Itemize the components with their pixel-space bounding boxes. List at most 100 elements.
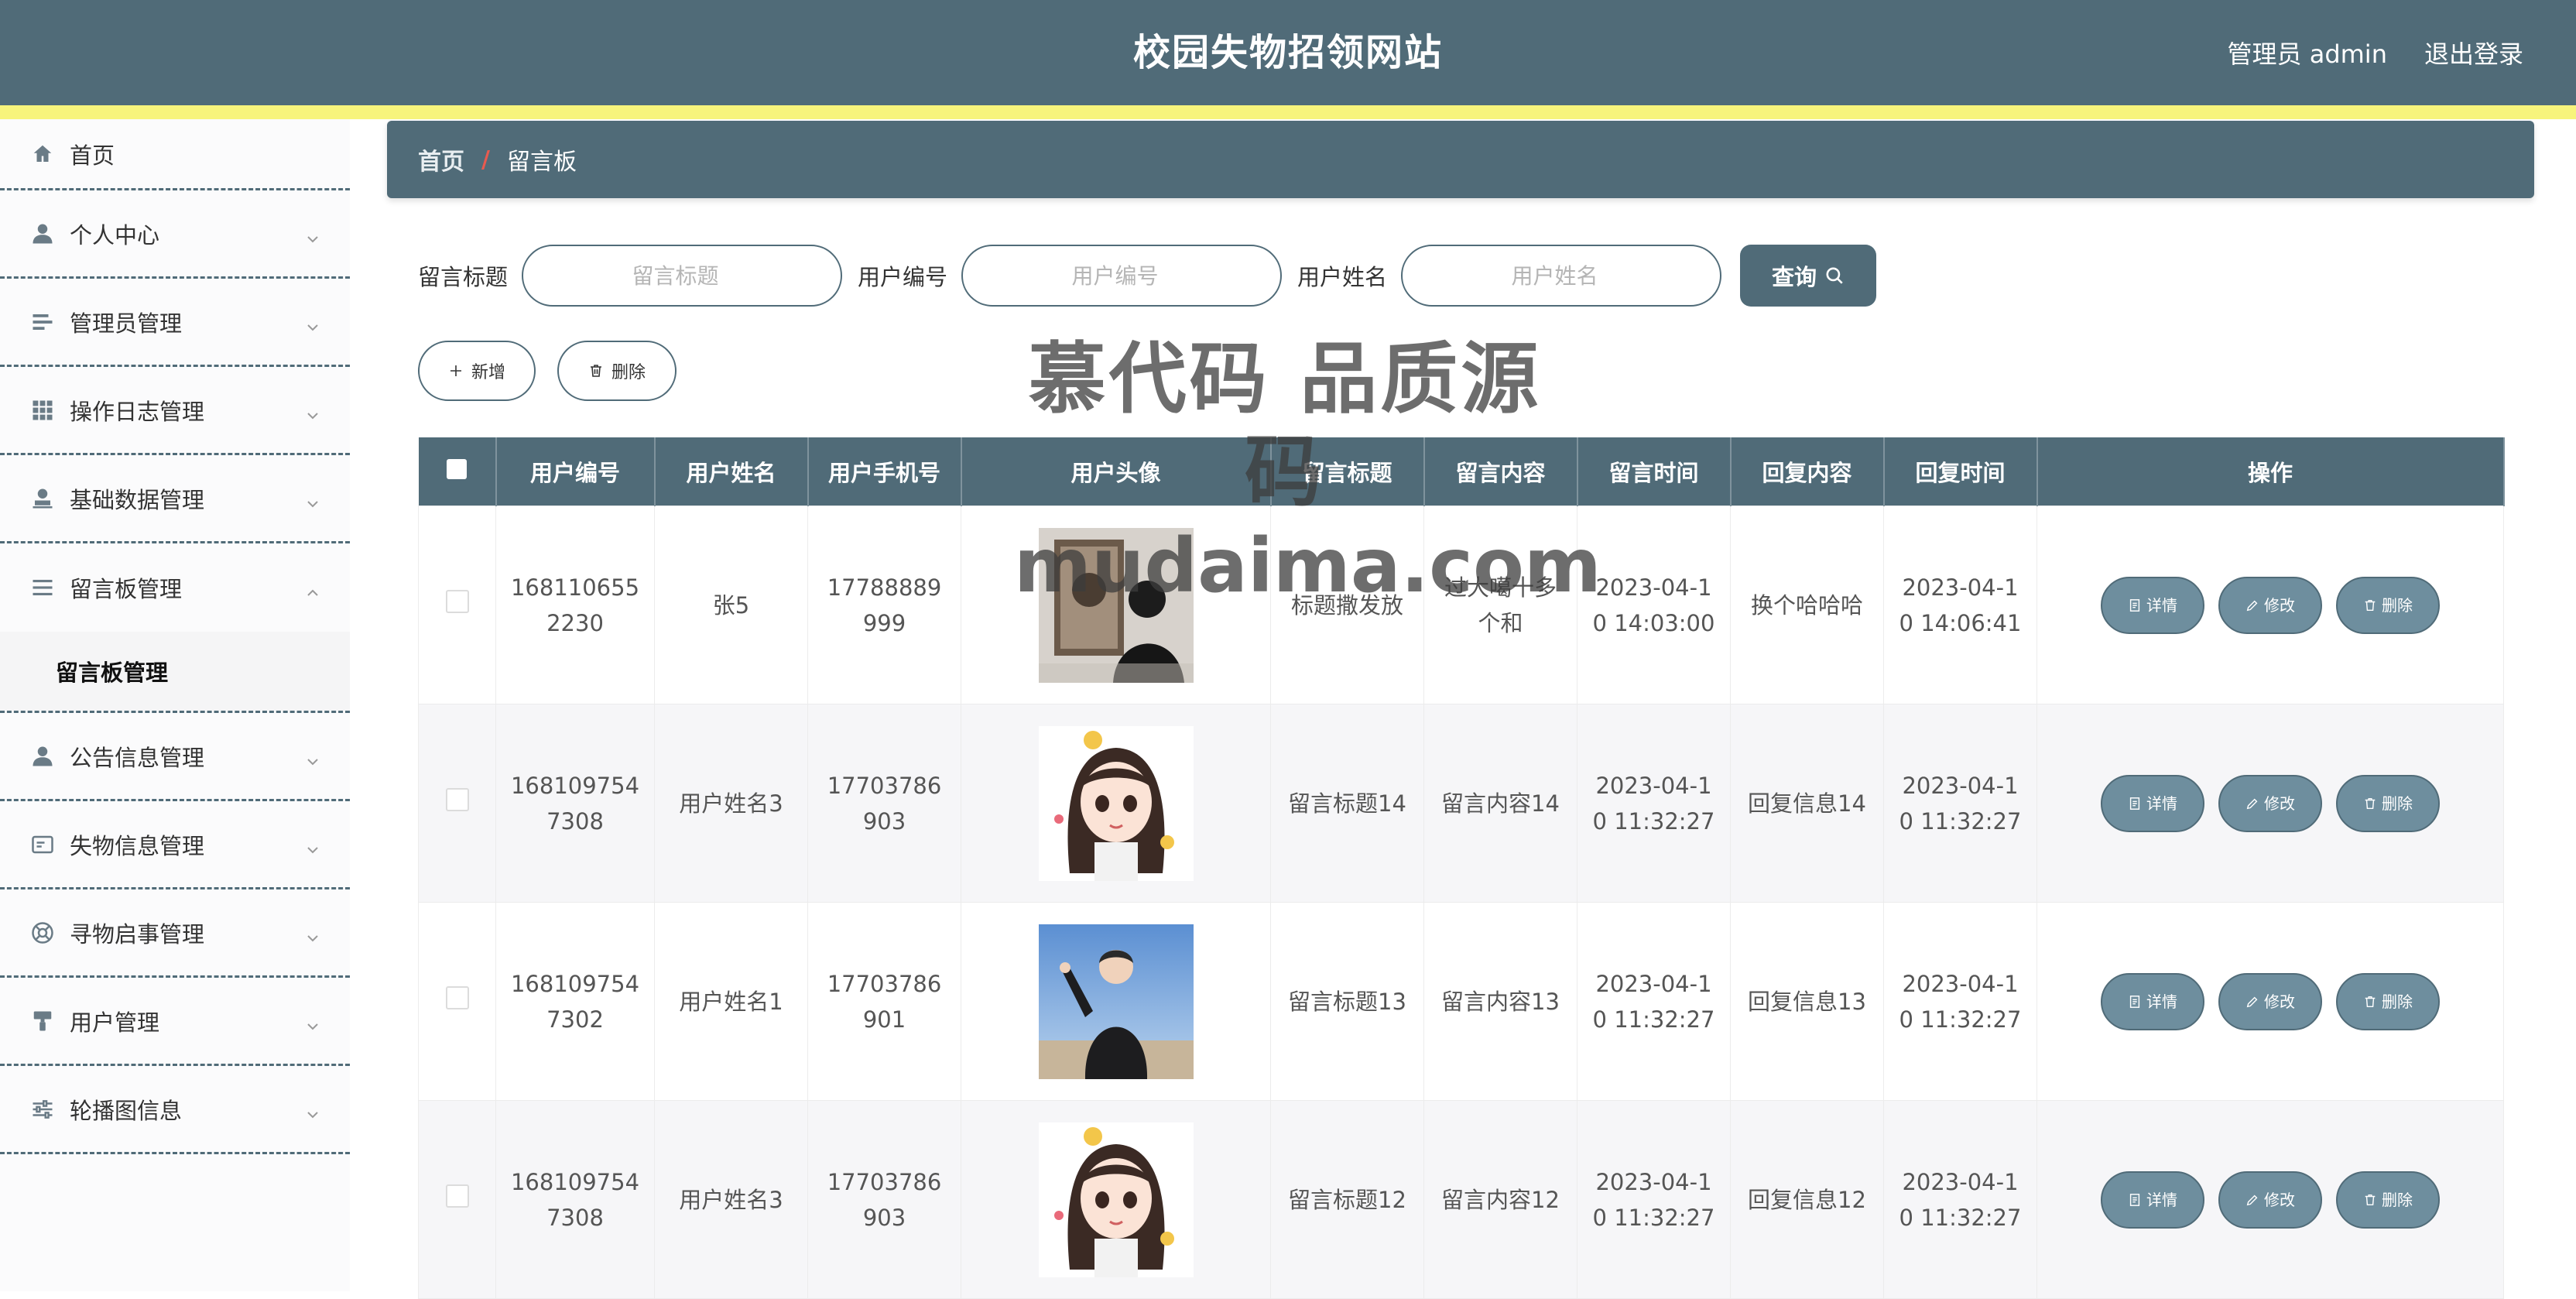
sliders-icon bbox=[31, 310, 54, 334]
search-input-user-name[interactable] bbox=[1418, 262, 1728, 290]
cell-reply-time: 2023-04-10 11:32:27 bbox=[1883, 704, 2037, 903]
detail-button[interactable]: 详情 bbox=[2101, 774, 2204, 832]
detail-button[interactable]: 详情 bbox=[2101, 972, 2204, 1030]
document-icon bbox=[2129, 797, 2140, 810]
sidebar-item-label: 基础数据管理 bbox=[70, 486, 205, 513]
search-bar: 留言标题 用户编号 用户姓名 查询 bbox=[418, 245, 1877, 307]
cell-actions: 详情 修改 删除 bbox=[2036, 506, 2504, 704]
edit-button[interactable]: 修改 bbox=[2218, 1170, 2322, 1229]
sidebar-item-lost-items[interactable]: 失物信息管理 bbox=[0, 801, 350, 889]
column-header: 操作 bbox=[2036, 437, 2505, 506]
chevron-down-icon bbox=[305, 491, 320, 507]
cell-avatar bbox=[961, 902, 1271, 1101]
roller-icon bbox=[31, 1009, 54, 1033]
cell-user-id: 1681097547308 bbox=[495, 1100, 655, 1299]
cell-avatar bbox=[961, 506, 1271, 704]
home-icon bbox=[31, 142, 54, 166]
header-user-area: 管理员 admin 退出登录 bbox=[2228, 0, 2523, 105]
sidebar-item-label: 失物信息管理 bbox=[70, 832, 205, 859]
detail-button-label: 详情 bbox=[2146, 793, 2177, 813]
batch-delete-button[interactable]: 删除 bbox=[557, 341, 677, 401]
sidebar-item-label: 操作日志管理 bbox=[70, 398, 205, 425]
breadcrumb-separator: / bbox=[481, 146, 490, 173]
sidebar-item-base-data[interactable]: 基础数据管理 bbox=[0, 455, 350, 543]
cell-title: 留言标题14 bbox=[1270, 704, 1424, 903]
cell-time: 2023-04-10 11:32:27 bbox=[1577, 1100, 1731, 1299]
delete-button[interactable]: 删除 bbox=[2336, 576, 2440, 634]
cell-phone: 17703786901 bbox=[807, 902, 961, 1101]
sidebar-item-message-board[interactable]: 留言板管理 bbox=[0, 543, 350, 632]
trash-icon bbox=[2365, 797, 2376, 809]
delete-button[interactable]: 删除 bbox=[2336, 774, 2440, 832]
sidebar-item-notice-manage[interactable]: 公告信息管理 bbox=[0, 713, 350, 801]
select-all-checkbox[interactable] bbox=[447, 459, 467, 479]
query-button[interactable]: 查询 bbox=[1740, 245, 1877, 307]
table-row: 1681097547308 用户姓名3 17703786903 bbox=[418, 704, 2504, 903]
admin-user-label[interactable]: 管理员 admin bbox=[2228, 35, 2387, 70]
add-button[interactable]: 新增 bbox=[418, 341, 536, 401]
sidebar-item-found-notice[interactable]: 寻物启事管理 bbox=[0, 889, 350, 978]
edit-button[interactable]: 修改 bbox=[2218, 774, 2322, 832]
detail-button[interactable]: 详情 bbox=[2101, 576, 2204, 634]
search-input-user-id[interactable] bbox=[978, 262, 1288, 290]
detail-button-label: 详情 bbox=[2146, 992, 2177, 1011]
search-label-user-id: 用户编号 bbox=[858, 264, 948, 290]
edit-button[interactable]: 修改 bbox=[2218, 972, 2322, 1030]
cell-reply-time: 2023-04-10 11:32:27 bbox=[1883, 1100, 2037, 1299]
cell-content: 留言内容12 bbox=[1423, 1100, 1577, 1299]
grid-icon bbox=[31, 399, 54, 422]
search-icon bbox=[1826, 267, 1843, 284]
chevron-down-icon bbox=[305, 403, 320, 419]
row-checkbox[interactable] bbox=[445, 1184, 469, 1208]
header-accent-stripe bbox=[0, 105, 2576, 119]
sidebar: 首页 个人中心 管理员管理 操作日志管理 基础数据管理 留言板管理 留言板管理 … bbox=[0, 119, 350, 1291]
avatar-man-painting bbox=[1038, 527, 1194, 683]
document-icon bbox=[2129, 995, 2140, 1008]
top-header: 校园失物招领网站 管理员 admin 退出登录 bbox=[0, 0, 2576, 105]
document-icon bbox=[2129, 1193, 2140, 1206]
detail-button-label: 详情 bbox=[2146, 1190, 2177, 1209]
cell-title: 标题撒发放 bbox=[1270, 506, 1424, 704]
trash-icon bbox=[2365, 996, 2376, 1007]
search-input-title[interactable] bbox=[539, 262, 848, 290]
document-icon bbox=[2129, 598, 2140, 612]
sidebar-item-label: 首页 bbox=[70, 142, 115, 169]
detail-button[interactable]: 详情 bbox=[2101, 1170, 2204, 1229]
row-checkbox[interactable] bbox=[445, 787, 469, 811]
breadcrumb-home[interactable]: 首页 bbox=[418, 142, 464, 177]
sidebar-item-label: 个人中心 bbox=[70, 221, 160, 248]
edit-button-label: 修改 bbox=[2264, 992, 2295, 1011]
cell-user-name: 用户姓名3 bbox=[654, 1100, 808, 1299]
sidebar-item-log-manage[interactable]: 操作日志管理 bbox=[0, 367, 350, 455]
logout-link[interactable]: 退出登录 bbox=[2424, 35, 2523, 70]
chevron-down-icon bbox=[305, 749, 320, 765]
sidebar-item-home[interactable]: 首页 bbox=[0, 119, 350, 190]
avatar-cartoon-girl bbox=[1038, 725, 1194, 881]
chevron-down-icon bbox=[305, 925, 320, 941]
delete-button-label: 删除 bbox=[2382, 595, 2413, 615]
cell-phone: 17703786903 bbox=[807, 1100, 961, 1299]
delete-button[interactable]: 删除 bbox=[2336, 972, 2440, 1030]
sidebar-item-user-manage[interactable]: 用户管理 bbox=[0, 978, 350, 1066]
cell-time: 2023-04-10 11:32:27 bbox=[1577, 704, 1731, 903]
cell-user-id: 1681097547302 bbox=[495, 902, 655, 1101]
sidebar-item-carousel[interactable]: 轮播图信息 bbox=[0, 1066, 350, 1154]
sidebar-item-admin-manage[interactable]: 管理员管理 bbox=[0, 279, 350, 367]
sidebar-item-personal-center[interactable]: 个人中心 bbox=[0, 190, 350, 279]
cell-reply: 回复信息14 bbox=[1730, 704, 1884, 903]
edit-button[interactable]: 修改 bbox=[2218, 576, 2322, 634]
avatar-cartoon-girl bbox=[1038, 1122, 1194, 1277]
column-header: 留言内容 bbox=[1423, 437, 1578, 506]
table-row: 1681097547302 用户姓名1 17703786901 留言标题13 留… bbox=[418, 902, 2504, 1101]
trash-icon bbox=[590, 365, 601, 377]
row-checkbox[interactable] bbox=[445, 589, 469, 613]
column-header: 用户头像 bbox=[961, 437, 1272, 506]
sidebar-item-label: 寻物启事管理 bbox=[70, 920, 205, 948]
edit-button-label: 修改 bbox=[2264, 1190, 2295, 1209]
plus-icon bbox=[450, 365, 461, 376]
delete-button-label: 删除 bbox=[2382, 793, 2413, 813]
row-checkbox[interactable] bbox=[445, 985, 469, 1009]
cell-phone: 17703786903 bbox=[807, 704, 961, 903]
delete-button[interactable]: 删除 bbox=[2336, 1170, 2440, 1229]
sidebar-subitem-message-board[interactable]: 留言板管理 bbox=[0, 632, 350, 711]
